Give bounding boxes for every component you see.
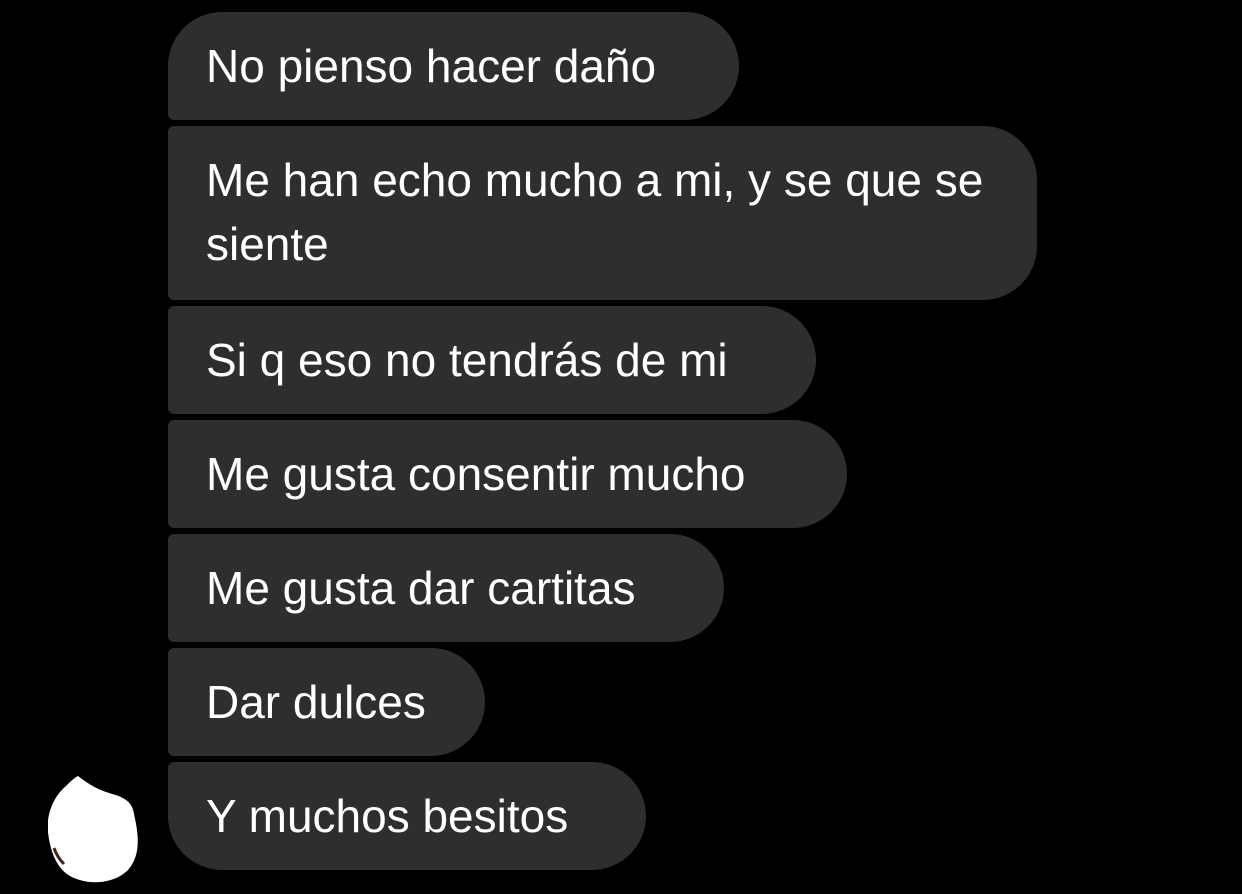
chat-thread: No pienso hacer daño Me han echo mucho a… — [0, 0, 1242, 894]
message-bubble[interactable]: Dar dulces — [168, 648, 485, 756]
message-bubble[interactable]: Si q eso no tendrás de mi — [168, 306, 816, 414]
redacted-avatar-icon — [47, 776, 138, 883]
message-bubble[interactable]: Y muchos besitos — [168, 762, 646, 870]
message-bubble[interactable]: Me gusta consentir mucho — [168, 420, 847, 528]
message-bubble[interactable]: Me han echo mucho a mi, y se que se sien… — [168, 126, 1037, 300]
sender-avatar[interactable] — [47, 774, 142, 884]
message-bubble[interactable]: Me gusta dar cartitas — [168, 534, 724, 642]
message-bubble[interactable]: No pienso hacer daño — [168, 12, 739, 120]
